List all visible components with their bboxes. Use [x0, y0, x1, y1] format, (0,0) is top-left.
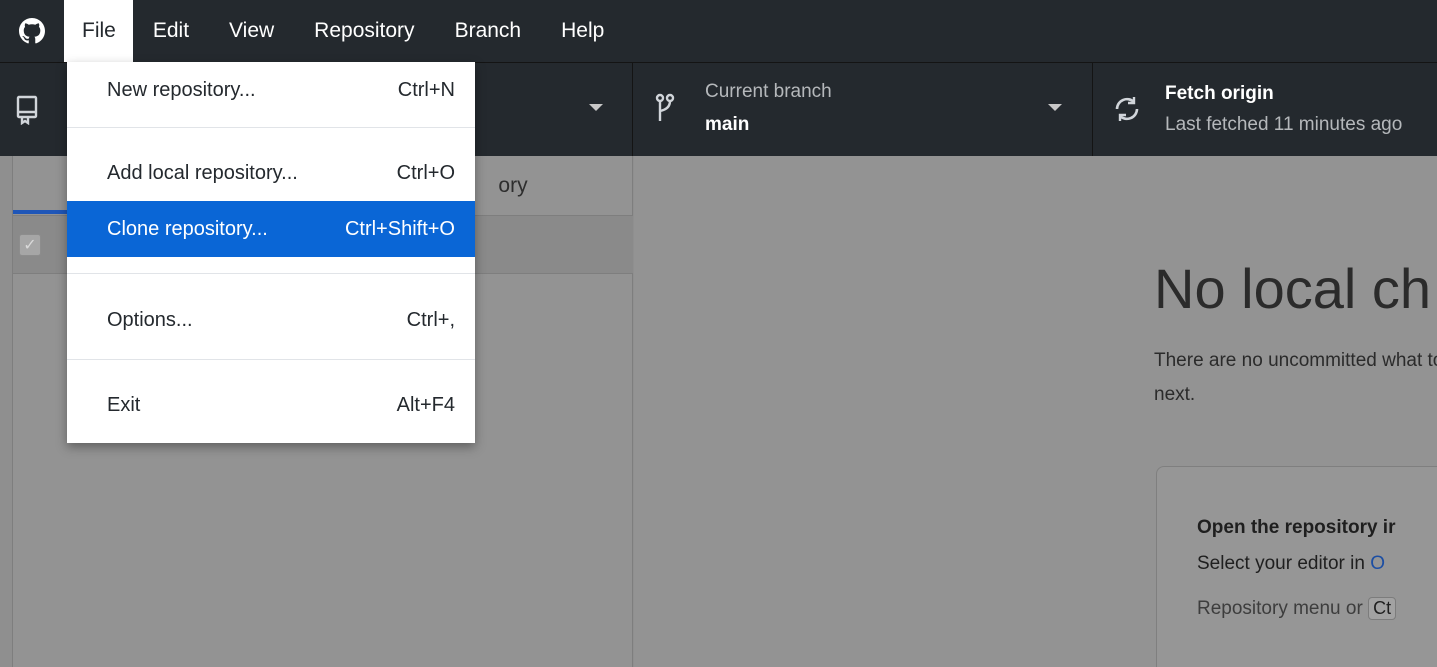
- menu-separator: [67, 127, 475, 128]
- menu-edit[interactable]: Edit: [133, 0, 209, 62]
- sync-icon: [1113, 95, 1141, 128]
- menu-item-label: Exit: [107, 393, 141, 416]
- current-branch-button[interactable]: Current branch main: [633, 63, 1093, 157]
- options-link[interactable]: O: [1370, 553, 1385, 574]
- menu-separator: [67, 359, 475, 360]
- branch-icon: [655, 93, 675, 128]
- menu-item-clone-repository[interactable]: Clone repository... Ctrl+Shift+O: [67, 201, 475, 257]
- menu-help[interactable]: Help: [541, 0, 624, 62]
- chevron-down-icon: [1048, 104, 1062, 111]
- card-line1-text: Select your editor in: [1197, 553, 1371, 574]
- card-title: Open the repository ir: [1197, 517, 1396, 538]
- menu-item-shortcut: Alt+F4: [396, 393, 455, 416]
- github-logo-icon: [0, 0, 64, 62]
- menu-item-new-repository[interactable]: New repository... Ctrl+N: [67, 62, 475, 118]
- menu-item-options[interactable]: Options... Ctrl+,: [67, 292, 475, 348]
- menu-item-label: New repository...: [107, 78, 256, 101]
- menu-separator: [67, 273, 475, 274]
- menu-item-shortcut: Ctrl+,: [406, 308, 455, 331]
- checkbox-icon[interactable]: ✓: [19, 234, 41, 256]
- fetch-origin-title: Fetch origin: [1165, 83, 1274, 104]
- menu-item-label: Add local repository...: [107, 161, 298, 184]
- chevron-down-icon: [589, 104, 603, 111]
- card-line2-text: Repository menu or: [1197, 598, 1369, 619]
- menu-repository[interactable]: Repository: [294, 0, 434, 62]
- menu-branch[interactable]: Branch: [435, 0, 542, 62]
- page-title: No local ch: [1154, 257, 1432, 320]
- shortcut-kbd: Ct: [1368, 597, 1397, 620]
- current-branch-title: Current branch: [705, 81, 832, 102]
- card-line2: Repository menu or Ct: [1197, 597, 1397, 620]
- menu-item-label: Options...: [107, 308, 193, 331]
- menu-item-exit[interactable]: Exit Alt+F4: [67, 377, 475, 433]
- menu-file[interactable]: File: [64, 0, 133, 62]
- menu-item-shortcut: Ctrl+Shift+O: [344, 217, 455, 240]
- menu-bar: File Edit View Repository Branch Help: [0, 0, 1437, 62]
- menu-item-label: Clone repository...: [107, 217, 268, 240]
- menu-item-add-local-repository[interactable]: Add local repository... Ctrl+O: [67, 145, 475, 201]
- main-content: No local ch There are no uncommitted wha…: [634, 156, 1437, 667]
- page-description: There are no uncommitted what to do next…: [1154, 350, 1437, 405]
- tab-history-label: ory: [498, 174, 528, 197]
- suggestion-card: Open the repository ir Select your edito…: [1156, 466, 1437, 667]
- menu-item-shortcut: Ctrl+N: [397, 78, 455, 101]
- fetch-origin-subtitle: Last fetched 11 minutes ago: [1165, 114, 1403, 135]
- current-branch-value: main: [705, 114, 750, 135]
- menu-item-shortcut: Ctrl+O: [396, 161, 455, 184]
- menu-view[interactable]: View: [209, 0, 294, 62]
- card-line1: Select your editor in O: [1197, 553, 1385, 575]
- repository-icon: [16, 95, 38, 130]
- fetch-origin-button[interactable]: Fetch origin Last fetched 11 minutes ago: [1093, 63, 1437, 157]
- file-menu-dropdown: New repository... Ctrl+N Add local repos…: [67, 62, 475, 443]
